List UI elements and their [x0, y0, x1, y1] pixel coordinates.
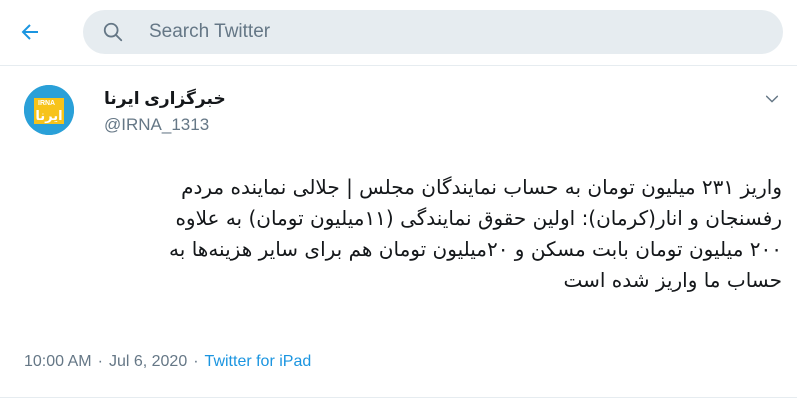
tweet-text-line: ۲۰۰ میلیون تومان بابت مسکن و ۲۰میلیون تو…	[169, 237, 782, 261]
search-icon	[83, 10, 143, 54]
irna-logo: IRNA ایرنا	[24, 85, 74, 135]
divider	[0, 397, 797, 398]
tweet-text: واریز ۲۳۱ میلیون تومان به حساب نمایندگان…	[18, 172, 782, 296]
tweet-source-link[interactable]: Twitter for iPad	[205, 353, 312, 370]
arrow-left-icon	[21, 24, 38, 40]
tweet: IRNA ایرنا خبرگزاری ایرنا @IRNA_1313 وار…	[0, 67, 797, 409]
search-box[interactable]	[83, 10, 783, 54]
tweet-menu-button[interactable]	[760, 87, 784, 111]
tweet-meta: 10:00 AM · Jul 6, 2020 · Twitter for iPad	[24, 353, 311, 371]
tweet-text-line: حساب ما واریز شده است	[563, 268, 782, 292]
tweet-text-line: رفسنجان و انار(کرمان): اولین حقوق نمایند…	[175, 206, 782, 230]
search-input[interactable]	[149, 21, 709, 43]
tweet-date[interactable]: Jul 6, 2020	[109, 353, 187, 370]
meta-separator: ·	[193, 353, 199, 370]
svg-text:ایرنا: ایرنا	[35, 109, 62, 124]
back-button[interactable]	[10, 12, 50, 52]
chevron-down-icon	[765, 95, 779, 103]
avatar[interactable]: IRNA ایرنا	[24, 85, 74, 135]
tweet-text-line: واریز ۲۳۱ میلیون تومان به حساب نمایندگان…	[181, 175, 782, 199]
meta-separator: ·	[97, 353, 103, 370]
display-name[interactable]: خبرگزاری ایرنا	[104, 89, 226, 109]
svg-text:IRNA: IRNA	[38, 100, 55, 107]
user-handle[interactable]: @IRNA_1313	[104, 115, 209, 135]
top-bar	[0, 0, 797, 66]
tweet-time[interactable]: 10:00 AM	[24, 353, 92, 370]
